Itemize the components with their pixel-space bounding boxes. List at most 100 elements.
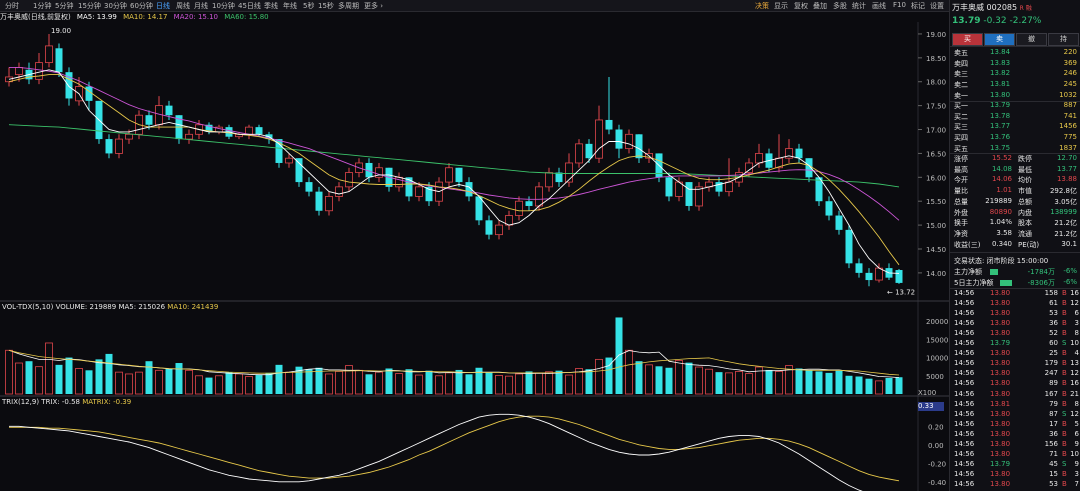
price-tick-label: 14.50 (926, 246, 946, 254)
vol-ma10-value: MA10: 241439 (167, 303, 219, 311)
tick-side: B (1062, 329, 1067, 338)
bid-price: 13.79 (990, 101, 1011, 109)
stat-value: 3.58 (996, 228, 1012, 237)
candle-body-down (825, 201, 833, 216)
flow-value: -8306万 (1027, 278, 1055, 287)
period-tab-0[interactable]: 分时 (5, 1, 19, 11)
toolbar-item-6[interactable]: 画线 (872, 1, 886, 11)
tick-price: 13.80 (990, 329, 1011, 338)
stat-label: 总量 (954, 197, 968, 206)
period-tab-5[interactable]: 60分钟 (130, 1, 153, 11)
period-tab-14[interactable]: 15秒 (318, 1, 334, 11)
tick-price: 13.80 (990, 379, 1011, 388)
period-tab-1[interactable]: 1分钟 (33, 1, 51, 11)
bid-price: 13.77 (990, 122, 1011, 131)
period-tab-9[interactable]: 10分钟 (212, 1, 235, 11)
stock-name: 万丰奥威 (952, 3, 984, 12)
stat-value: 80890 (989, 207, 1012, 216)
period-tab-8[interactable]: 月线 (194, 1, 208, 11)
buy-button[interactable]: 买 (952, 33, 983, 46)
period-tab-3[interactable]: 15分钟 (78, 1, 101, 11)
candle-body-up (325, 196, 333, 212)
toolbar-item-2[interactable]: 复权 (794, 1, 808, 11)
bid-volume: 1837 (1059, 143, 1077, 152)
sell-button[interactable]: 卖 (984, 33, 1015, 46)
volume-bar-down (255, 375, 263, 394)
tick-count: 12 (1070, 409, 1079, 418)
period-tab-4[interactable]: 30分钟 (104, 1, 127, 11)
period-tab-12[interactable]: 年线 (283, 1, 297, 11)
toolbar-item-8[interactable]: 标记 (911, 1, 925, 11)
candle-body-up (515, 200, 523, 216)
tick-time: 14:56 (954, 309, 975, 318)
ask-price: 13.81 (990, 80, 1011, 89)
period-tab-11[interactable]: 季线 (264, 1, 278, 11)
volume-bar-up (725, 372, 733, 395)
stat-label: 净资 (954, 229, 968, 238)
period-tab-10[interactable]: 45日线 (238, 1, 261, 11)
toolbar-item-7[interactable]: F10 (893, 1, 906, 9)
matrix-value: MATRIX: -0.39 (82, 398, 132, 406)
volume-bar-down (635, 361, 643, 394)
ask-row: 卖三 13.82 246 (952, 69, 1079, 80)
tick-price: 13.80 (990, 369, 1011, 378)
cancel-order-button[interactable]: 撤 (1016, 33, 1047, 46)
volume-bar-up (15, 362, 23, 395)
holdings-button[interactable]: 持 (1048, 33, 1079, 46)
tick-time: 14:56 (954, 409, 975, 418)
volume-tick-label: 5000 (926, 373, 944, 381)
period-tab-7[interactable]: 周线 (176, 1, 190, 11)
volume-bar-up (535, 372, 543, 395)
period-tab-16[interactable]: 更多 › (364, 1, 383, 11)
bid-label: 买一 (954, 102, 968, 110)
stat-label: 均价 (1018, 176, 1032, 185)
price-tick-label: 17.50 (926, 103, 946, 111)
stat-value: 15.52 (991, 154, 1012, 162)
tick-side: B (1062, 439, 1067, 448)
volume-tick-label: 20000 (926, 318, 948, 326)
ask-volume: 246 (1063, 69, 1077, 78)
stat-row: 净资 3.58 流通 21.2亿 (952, 229, 1079, 240)
candle-body-down (635, 134, 643, 159)
bid-price: 13.76 (990, 133, 1011, 142)
toolbar-item-9[interactable]: 设置 (930, 1, 944, 11)
stock-chart-title: 万丰奥威(日线,前复权) (0, 13, 71, 21)
toolbar-item-0[interactable]: 决策 (755, 1, 769, 11)
toolbar-item-4[interactable]: 多股 (833, 1, 847, 11)
stat-value: 138999 (1050, 207, 1077, 216)
toolbar-item-5[interactable]: 统计 (852, 1, 866, 11)
stat-row: 收益(三) 0.340 PE(动) 30.1 (952, 240, 1079, 251)
chart-area[interactable]: 19.00 18.50 18.00 17.50 17.00 16.50 16.00 15.50… (0, 22, 949, 491)
volume-bar-down (205, 377, 213, 394)
period-tab-13[interactable]: 5秒 (303, 1, 314, 11)
volume-bar-down (175, 363, 183, 394)
volume-bar-down (465, 374, 473, 394)
tick-side: B (1062, 349, 1067, 358)
trix-tick-label: -0.20 (928, 460, 946, 468)
tick-side: B (1062, 469, 1067, 478)
tick-side: B (1062, 399, 1067, 408)
volume-bar-up (5, 349, 13, 395)
quote-header: 万丰奥威 002085 R 融 (952, 2, 1032, 13)
tick-side: B (1062, 389, 1067, 398)
last-price: 13.79 (952, 16, 981, 26)
candle-body-up (15, 66, 23, 75)
period-tab-15[interactable]: 多周期 (338, 1, 359, 11)
candle-body-down (555, 172, 563, 183)
stat-label: 股本 (1018, 219, 1032, 228)
stat-label: 跌停 (1018, 155, 1032, 163)
toolbar-item-1[interactable]: 显示 (774, 1, 788, 11)
toolbar-item-3[interactable]: 叠加 (813, 1, 827, 11)
trade-status: 交易状态: 闭市阶段 15:00:00 (954, 257, 1049, 265)
candle-body-down (485, 220, 493, 235)
candle-body-up (35, 62, 43, 80)
candle-body-up (595, 119, 603, 159)
period-tab-6[interactable]: 日线 (156, 1, 170, 11)
tick-count: 21 (1070, 389, 1079, 398)
volume-bar-down (685, 362, 693, 394)
period-tab-2[interactable]: 5分钟 (55, 1, 73, 11)
ask-row: 卖四 13.83 369 (952, 59, 1079, 70)
volume-tick-label: 15000 (926, 336, 948, 344)
price-tick-label: 18.00 (926, 79, 946, 87)
tick-side: S (1062, 459, 1067, 468)
